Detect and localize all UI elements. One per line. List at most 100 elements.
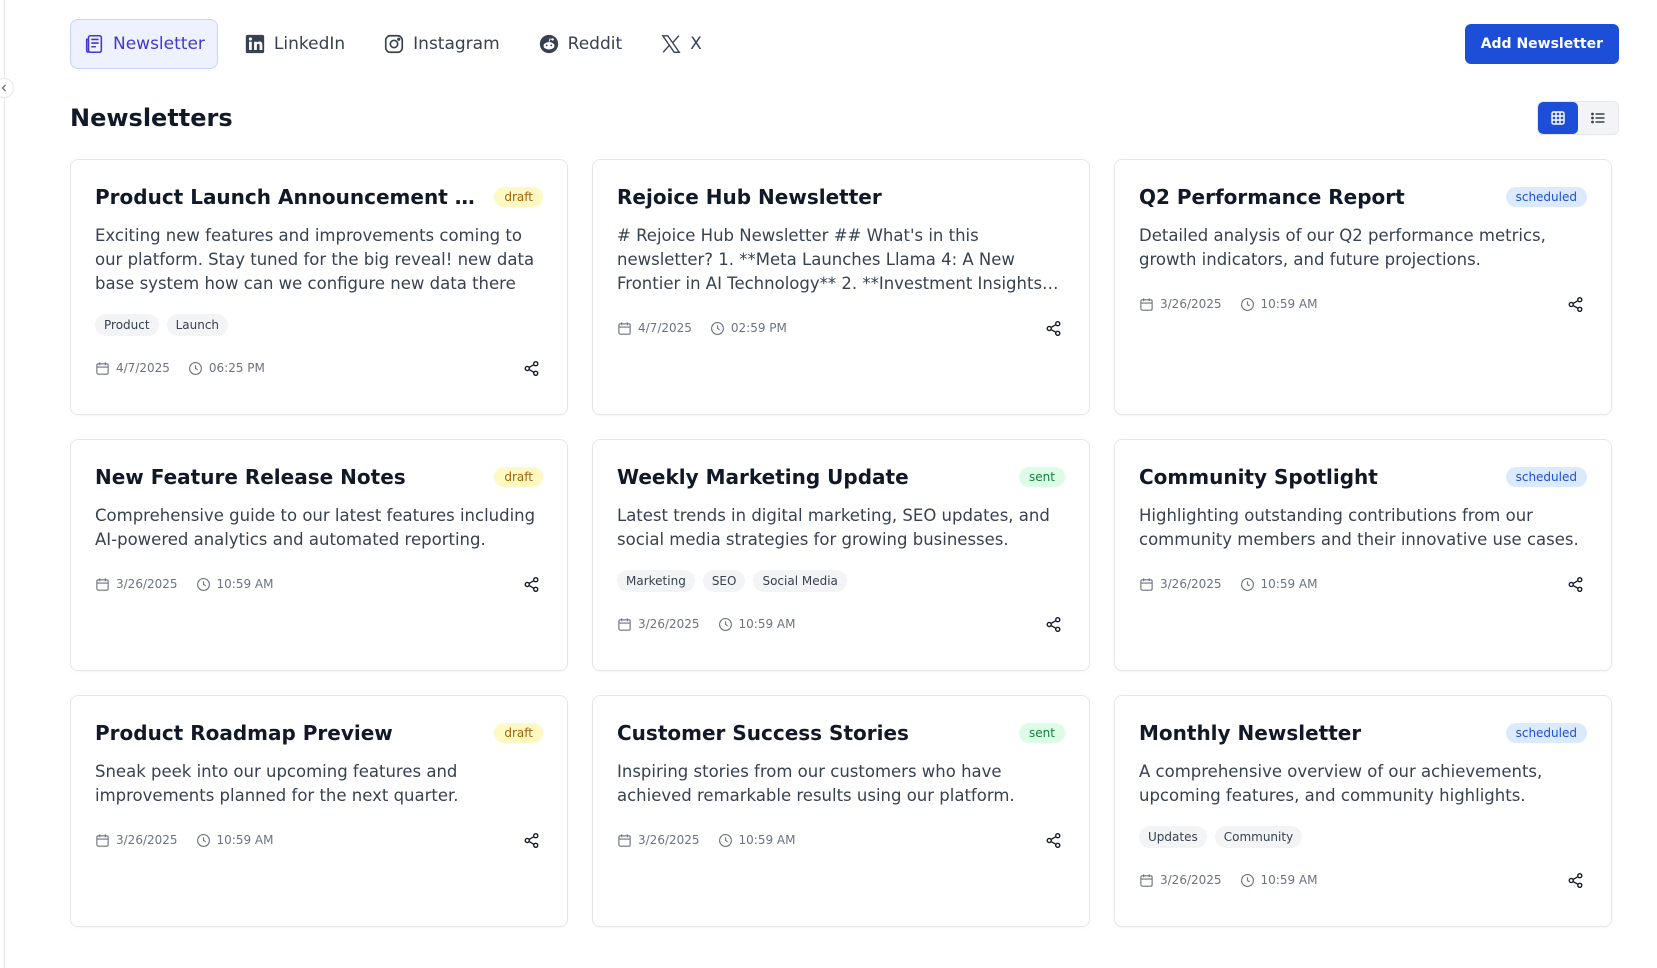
calendar-icon (618, 833, 631, 847)
card-time: 10:59 AM (1240, 577, 1318, 592)
card-description: Comprehensive guide to our latest featur… (95, 506, 536, 549)
share-icon (524, 832, 538, 848)
card-date: 3/26/2025 (1139, 297, 1222, 312)
tag-list: Product Launch (95, 314, 543, 336)
card-date: 3/26/2025 (95, 833, 178, 848)
card-title: Weekly Marketing Update (617, 465, 909, 489)
share-button[interactable] (519, 356, 543, 380)
card-footer: 4/7/2025 02:59 PM (617, 316, 1065, 340)
clock-icon (196, 577, 210, 591)
card-description: Inspiring stories from our customers who… (617, 762, 1015, 805)
time-text: 10:59 AM (216, 833, 274, 847)
card-time: 10:59 AM (1240, 297, 1318, 312)
reddit-icon (539, 34, 558, 54)
newsletter-card[interactable]: Product Roadmap Preview draft Sneak peek i… (70, 695, 568, 927)
date-text: 4/7/2025 (638, 321, 692, 335)
tab-label: X (690, 34, 702, 54)
share-button[interactable] (1041, 828, 1065, 852)
page-header: Newsletters (70, 100, 1619, 136)
share-icon (524, 360, 538, 376)
clock-icon (1240, 577, 1254, 591)
share-button[interactable] (1563, 572, 1587, 596)
date-text: 3/26/2025 (1160, 873, 1222, 887)
share-icon (1568, 296, 1582, 312)
tab-x[interactable]: X (648, 19, 714, 69)
newsletter-card[interactable]: Rejoice Hub Newsletter # Rejoice Hub News… (592, 159, 1090, 415)
time-text: 10:59 AM (1260, 297, 1318, 311)
card-footer: 3/26/2025 10:59 AM (1139, 292, 1587, 316)
tab-label: Newsletter (113, 34, 205, 54)
card-time: 10:59 AM (196, 833, 274, 848)
newsletter-card[interactable]: Monthly Newsletter scheduled A comprehensi… (1114, 695, 1612, 927)
card-time: 10:59 AM (718, 833, 796, 848)
grid-view-button[interactable] (1538, 102, 1578, 134)
share-icon (1046, 320, 1060, 336)
clock-icon (188, 361, 202, 375)
share-button[interactable] (1041, 316, 1065, 340)
newsletter-card[interactable]: Customer Success Stories sent Inspiring st… (592, 695, 1090, 927)
add-newsletter-button[interactable]: Add Newsletter (1464, 24, 1619, 64)
card-description: # Rejoice Hub Newsletter ## What's in th… (617, 226, 1043, 293)
card-header: Community Spotlight scheduled (1139, 462, 1587, 492)
card-footer: 4/7/2025 06:25 PM (95, 356, 543, 380)
card-title: New Feature Release Notes (95, 465, 406, 489)
share-button[interactable] (1563, 292, 1587, 316)
clock-icon (710, 321, 724, 335)
tab-reddit[interactable]: Reddit (526, 19, 634, 69)
card-description: Latest trends in digital marketing, SEO … (617, 506, 1050, 549)
calendar-icon (1140, 873, 1153, 887)
newsletter-card[interactable]: New Feature Release Notes draft Comprehens… (70, 439, 568, 671)
sidebar-collapse-button[interactable] (0, 78, 14, 98)
list-view-button[interactable] (1578, 102, 1618, 134)
tab-instagram[interactable]: Instagram (371, 19, 512, 69)
list-icon (1591, 112, 1605, 124)
card-date: 3/26/2025 (617, 833, 700, 848)
time-text: 10:59 AM (1260, 873, 1318, 887)
date-text: 3/26/2025 (638, 833, 700, 847)
card-title: Customer Success Stories (617, 721, 909, 745)
status-badge: draft (494, 187, 543, 207)
tab-linkedin[interactable]: LinkedIn (232, 19, 357, 69)
share-button[interactable] (519, 572, 543, 596)
share-button[interactable] (1041, 612, 1065, 636)
share-icon (1568, 872, 1582, 888)
share-button[interactable] (1563, 868, 1587, 892)
card-description: Exciting new features and improvements c… (95, 226, 535, 293)
card-date: 3/26/2025 (1139, 577, 1222, 592)
newsletter-card[interactable]: Product Launch Announcement how can we c… (70, 159, 568, 415)
card-date: 3/26/2025 (95, 577, 178, 592)
newsletter-card[interactable]: Q2 Performance Report scheduled Detailed a… (1114, 159, 1612, 415)
card-description: Highlighting outstanding contributions f… (1139, 506, 1579, 549)
status-badge: sent (1019, 723, 1065, 743)
card-title: Monthly Newsletter (1139, 721, 1362, 745)
card-title: Product Launch Announcement how can we c… (95, 185, 484, 209)
newsletter-card[interactable]: Community Spotlight scheduled Highlighting… (1114, 439, 1612, 671)
newsletter-grid: Product Launch Announcement how can we c… (70, 159, 1619, 927)
card-footer: 3/26/2025 10:59 AM (95, 572, 543, 596)
tag-chip: Launch (166, 314, 229, 336)
card-date: 4/7/2025 (95, 361, 170, 376)
card-header: Product Roadmap Preview draft (95, 718, 543, 748)
tag-chip: Social Media (753, 570, 847, 592)
calendar-icon (1140, 297, 1153, 311)
status-badge: draft (494, 723, 543, 743)
status-badge: scheduled (1505, 723, 1587, 743)
calendar-icon (618, 321, 631, 335)
tag-chip: Product (95, 314, 159, 336)
tag-chip: SEO (702, 570, 746, 592)
card-time: 10:59 AM (196, 577, 274, 592)
newsletter-card[interactable]: Weekly Marketing Update sent Latest trends… (592, 439, 1090, 671)
tab-newsletter[interactable]: Newsletter (70, 19, 218, 69)
share-icon (1568, 576, 1582, 592)
card-header: New Feature Release Notes draft (95, 462, 543, 492)
card-description: Detailed analysis of our Q2 performance … (1139, 226, 1546, 269)
card-title: Q2 Performance Report (1139, 185, 1405, 209)
card-footer: 3/26/2025 10:59 AM (95, 828, 543, 852)
date-text: 4/7/2025 (116, 361, 170, 375)
tag-list: Marketing SEO Social Media (617, 570, 1065, 592)
date-text: 3/26/2025 (638, 617, 700, 631)
date-text: 3/26/2025 (116, 833, 178, 847)
card-header: Q2 Performance Report scheduled (1139, 182, 1587, 212)
calendar-icon (96, 361, 109, 375)
share-button[interactable] (519, 828, 543, 852)
